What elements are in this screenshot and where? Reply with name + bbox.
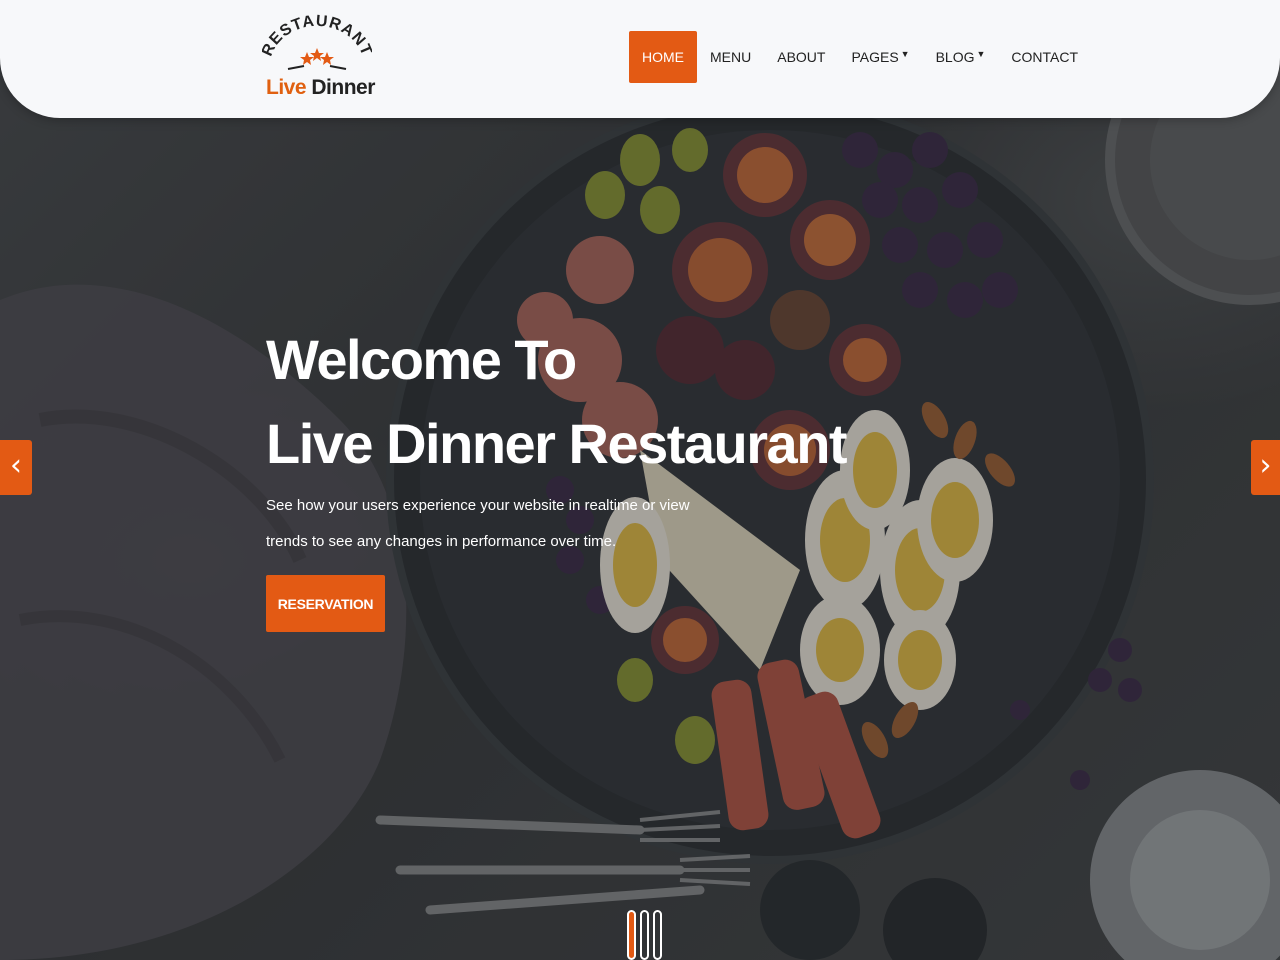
chevron-left-icon: ‹ [10,448,22,483]
nav-label-pages: PAGES [851,49,899,65]
hero-title-line1: Welcome To [266,328,577,391]
hero-desc-line1: See how your users experience your websi… [266,497,690,514]
logo-word-live: Live [266,76,307,99]
logo-word-dinner: Dinner [311,76,375,99]
nav-label-contact: CONTACT [1011,49,1079,65]
nav-item-contact[interactable]: CONTACT [998,31,1091,83]
nav-item-pages[interactable]: PAGES ▼ [838,31,922,83]
nav-label-menu: MENU [710,49,752,65]
nav-item-blog[interactable]: BLOG ▼ [923,31,999,83]
nav-label-home: HOME [642,49,684,65]
site-header: RESTAURANT Live Dinner HOME MENU ABOUT P… [0,0,1280,118]
main-nav: HOME MENU ABOUT PAGES ▼ BLOG ▼ CONTACT [629,31,1091,83]
logo-wordmark: Live Dinner [266,76,375,100]
caret-down-icon: ▼ [900,49,910,59]
hero-desc-line2: trends to see any changes in performance… [266,533,617,550]
caret-down-icon: ▼ [976,49,986,59]
nav-item-about[interactable]: ABOUT [764,31,838,83]
slider-dot[interactable] [640,910,649,960]
slider-prev-button[interactable]: ‹ [0,440,32,495]
restaurant-logo[interactable]: RESTAURANT Live Dinner [262,14,375,104]
logo-emblem-icon: RESTAURANT [262,14,372,70]
slider-pagination [627,910,662,960]
nav-item-home[interactable]: HOME [629,31,697,83]
nav-item-menu[interactable]: MENU [697,31,764,83]
slider-next-button[interactable]: › [1251,440,1280,495]
chevron-right-icon: › [1259,448,1272,483]
hero-description: See how your users experience your websi… [266,488,690,560]
nav-label-blog: BLOG [935,49,975,65]
nav-label-about: ABOUT [777,49,826,65]
slider-dot[interactable] [653,910,662,960]
hero-title: Welcome To Live Dinner Restaurant [266,318,848,486]
reservation-button[interactable]: RESERVATION [266,575,385,632]
hero-title-line2: Live Dinner Restaurant [266,412,848,475]
slider-dot[interactable] [627,910,636,960]
